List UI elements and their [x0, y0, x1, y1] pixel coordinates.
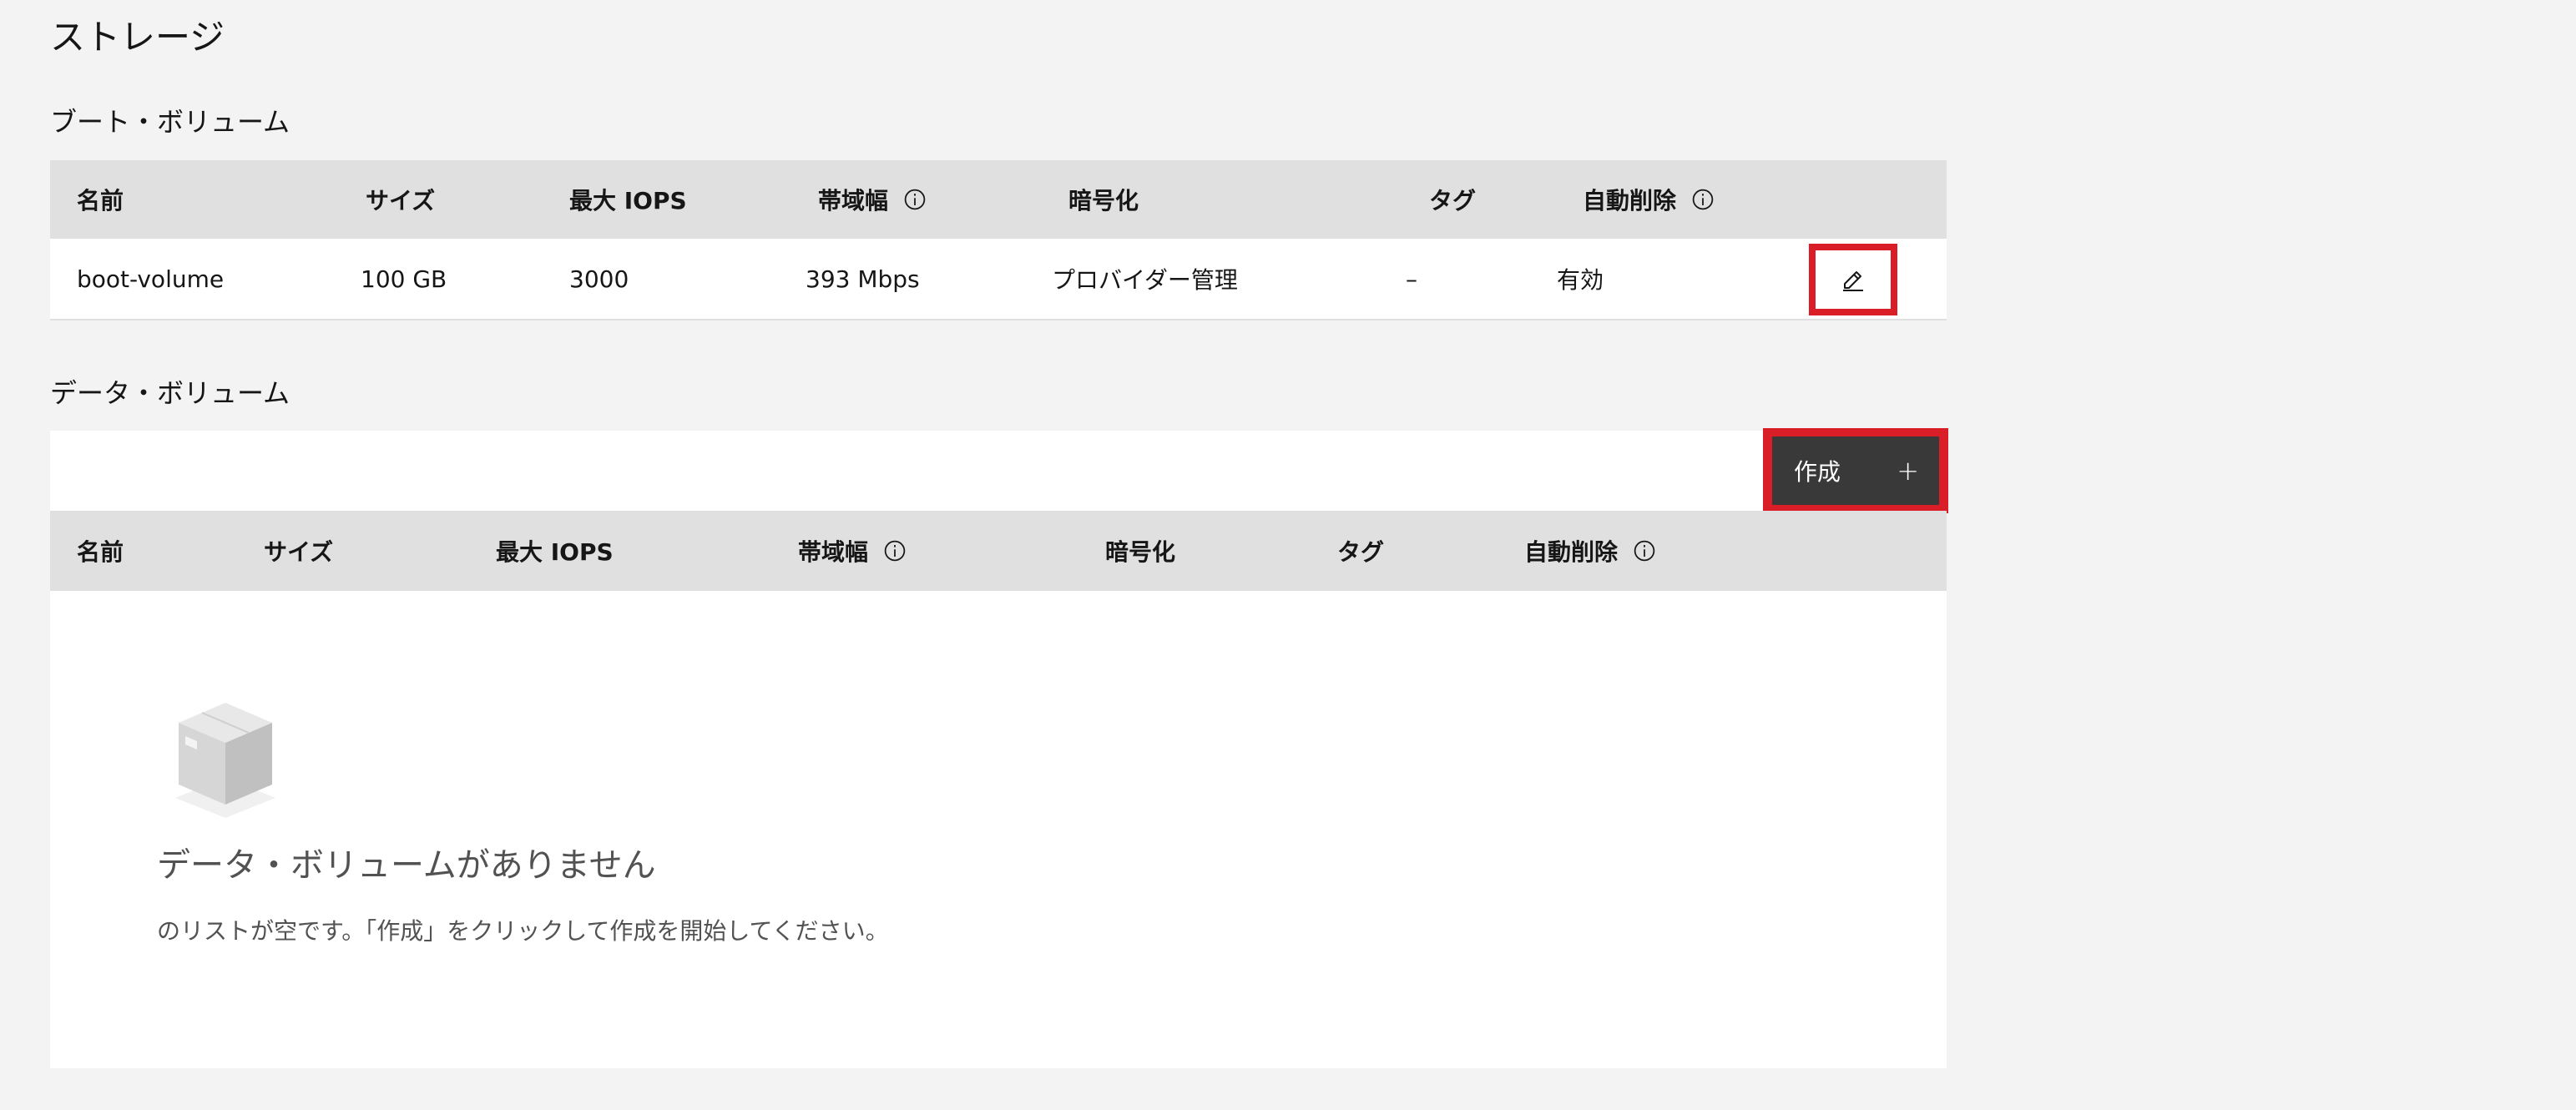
column-header-bandwidth: 帯域幅 — [818, 160, 927, 239]
boot-volume-section-title: ブート・ボリューム — [50, 106, 290, 138]
plus-icon: + — [1897, 455, 1919, 487]
column-header-name: 名前 — [77, 187, 124, 214]
edit-button[interactable] — [1809, 244, 1897, 315]
boot-volume-table: 名前 サイズ 最大 IOPS 帯域幅 暗号化 タグ 自動削除 boot-volu… — [50, 160, 1947, 320]
cell-bandwidth: 393 Mbps — [806, 265, 920, 293]
data-volume-section-title: データ・ボリューム — [50, 377, 290, 409]
column-header-encryption: 暗号化 — [1068, 187, 1139, 214]
cell-tags: – — [1406, 265, 1417, 293]
column-header-max-iops: 最大 IOPS — [496, 538, 614, 566]
cell-auto-delete: 有効 — [1557, 266, 1604, 294]
info-icon[interactable] — [883, 539, 907, 563]
column-header-tags: タグ — [1429, 187, 1477, 214]
table-row: boot-volume 100 GB 3000 393 Mbps プロバイダー管… — [50, 239, 1947, 320]
boot-volume-table-header: 名前 サイズ 最大 IOPS 帯域幅 暗号化 タグ 自動削除 — [50, 160, 1947, 239]
info-icon[interactable] — [1691, 188, 1715, 211]
edit-button-inner[interactable] — [1816, 250, 1891, 309]
info-icon[interactable] — [903, 188, 927, 211]
data-volume-table-header: 名前 サイズ 最大 IOPS 帯域幅 暗号化 タグ 自動削除 — [50, 511, 1947, 591]
column-header-auto-delete: 自動削除 — [1524, 511, 1656, 591]
column-header-auto-delete: 自動削除 — [1583, 160, 1715, 239]
pencil-icon — [1843, 271, 1863, 291]
cell-size: 100 GB — [361, 265, 447, 293]
page-title: ストレージ — [50, 17, 225, 58]
empty-state: データ・ボリュームがありません のリストが空です。「作成」をクリックして作成を開… — [50, 591, 1947, 1068]
cell-encryption: プロバイダー管理 — [1052, 266, 1238, 294]
column-header-auto-delete-label: 自動削除 — [1524, 538, 1619, 566]
empty-state-title: データ・ボリュームがありません — [157, 846, 656, 885]
info-icon[interactable] — [1633, 539, 1656, 563]
cell-name: boot-volume — [77, 265, 225, 293]
column-header-bandwidth-label: 帯域幅 — [798, 538, 869, 566]
data-volume-toolbar — [50, 431, 1947, 511]
box-icon — [175, 703, 275, 818]
cell-max-iops: 3000 — [569, 265, 629, 293]
create-button-highlight: 作成 + — [1763, 428, 1948, 513]
column-header-encryption: 暗号化 — [1105, 538, 1176, 566]
column-header-tags: タグ — [1337, 538, 1385, 566]
column-header-bandwidth: 帯域幅 — [798, 511, 907, 591]
column-header-size: サイズ — [264, 538, 334, 566]
create-button-label: 作成 — [1794, 458, 1841, 486]
create-button[interactable]: 作成 + — [1772, 436, 1939, 505]
column-header-size: サイズ — [366, 187, 436, 214]
empty-state-description: のリストが空です。「作成」をクリックして作成を開始してください。 — [157, 917, 889, 945]
column-header-name: 名前 — [77, 538, 124, 566]
column-header-auto-delete-label: 自動削除 — [1583, 187, 1677, 214]
column-header-bandwidth-label: 帯域幅 — [818, 187, 889, 214]
column-header-max-iops: 最大 IOPS — [569, 187, 687, 214]
